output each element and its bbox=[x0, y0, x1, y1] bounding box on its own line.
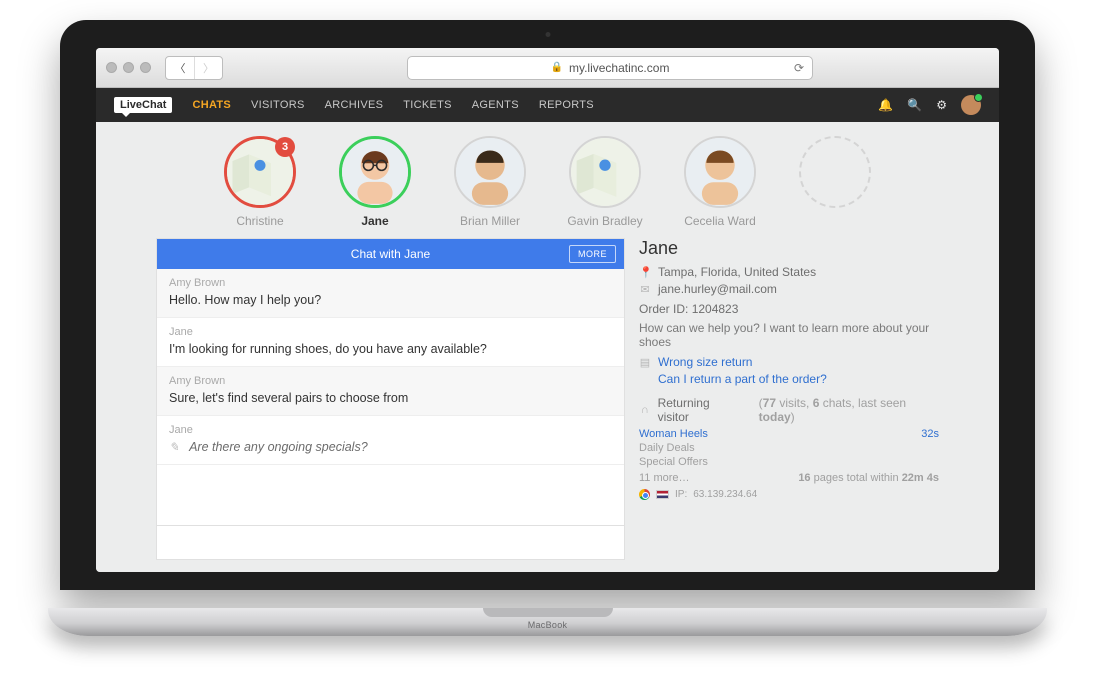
contact-empty bbox=[788, 136, 883, 228]
message-sender: Amy Brown bbox=[169, 375, 612, 387]
lock-icon: 🔒 bbox=[551, 62, 563, 73]
contact-name: Cecelia Ward bbox=[684, 214, 756, 228]
nav-agents[interactable]: AGENTS bbox=[472, 99, 519, 111]
doc-icon: ▤ bbox=[639, 356, 651, 369]
visitor-location: Tampa, Florida, United States bbox=[658, 265, 816, 279]
mail-icon: ✉ bbox=[639, 283, 651, 296]
browser-toolbar: 〈 〉 🔒 my.livechatinc.com ⟳ bbox=[96, 48, 999, 88]
contact-cecelia-ward[interactable]: Cecelia Ward bbox=[673, 136, 768, 228]
macbook-label: MacBook bbox=[528, 620, 568, 630]
visited-page: Daily Deals bbox=[639, 442, 939, 454]
chat-header: Chat with Jane MORE bbox=[157, 239, 624, 269]
bell-icon[interactable]: 🔔 bbox=[878, 98, 893, 112]
contact-avatar bbox=[454, 136, 526, 208]
link-wrong-size[interactable]: Wrong size return bbox=[658, 355, 752, 369]
gear-icon[interactable]: ⚙ bbox=[936, 98, 947, 112]
composer bbox=[157, 525, 624, 559]
headset-icon: ∩ bbox=[639, 404, 651, 416]
contact-name: Christine bbox=[236, 214, 283, 228]
message: Jane ✎Are there any ongoing specials? bbox=[157, 416, 624, 465]
nav-chats[interactable]: CHATS bbox=[192, 99, 231, 111]
chrome-icon bbox=[639, 489, 650, 500]
contacts-row: 3 Christine Jane Brian Miller Gavin Bradley C… bbox=[96, 122, 999, 232]
pages-summary: 11 more… 16 pages total within 22m 4s bbox=[639, 472, 939, 484]
contact-jane[interactable]: Jane bbox=[328, 136, 423, 228]
search-icon[interactable]: 🔍 bbox=[907, 98, 922, 112]
back-button[interactable]: 〈 bbox=[166, 57, 194, 79]
contact-avatar bbox=[339, 136, 411, 208]
app-header: LiveChat CHATS VISITORS ARCHIVES TICKETS AGE… bbox=[96, 88, 999, 122]
contact-avatar bbox=[799, 136, 871, 208]
nav-archives[interactable]: ARCHIVES bbox=[325, 99, 384, 111]
address-bar[interactable]: 🔒 my.livechatinc.com ⟳ bbox=[407, 56, 813, 80]
message: Amy Brown Sure, let's find several pairs … bbox=[157, 367, 624, 416]
typing-icon: ✎ bbox=[169, 440, 179, 454]
ip-row: IP: 63.139.234.64 bbox=[639, 489, 939, 500]
contact-christine[interactable]: 3 Christine bbox=[213, 136, 308, 228]
url-text: my.livechatinc.com bbox=[569, 61, 669, 75]
order-id-row: Order ID: 1204823 bbox=[639, 302, 939, 316]
message: Amy Brown Hello. How may I help you? bbox=[157, 269, 624, 318]
more-button[interactable]: MORE bbox=[569, 245, 616, 263]
visitor-details-panel: Jane 📍 Tampa, Florida, United States ✉ j… bbox=[639, 238, 939, 560]
flag-icon bbox=[656, 490, 669, 499]
contact-name: Jane bbox=[361, 214, 388, 228]
forward-button[interactable]: 〉 bbox=[194, 57, 222, 79]
reload-icon[interactable]: ⟳ bbox=[794, 61, 804, 75]
message-text: ✎Are there any ongoing specials? bbox=[169, 440, 612, 454]
close-window-icon[interactable] bbox=[106, 62, 117, 73]
contact-avatar: 3 bbox=[224, 136, 296, 208]
message-text: I'm looking for running shoes, do you ha… bbox=[169, 342, 612, 356]
main-nav: CHATS VISITORS ARCHIVES TICKETS AGENTS REPORT… bbox=[192, 99, 593, 111]
contact-avatar bbox=[684, 136, 756, 208]
visitor-email: jane.hurley@mail.com bbox=[658, 282, 777, 296]
window-controls bbox=[106, 62, 151, 73]
message: Jane I'm looking for running shoes, do yo… bbox=[157, 318, 624, 367]
message-input[interactable] bbox=[157, 526, 624, 559]
message-sender: Jane bbox=[169, 326, 612, 338]
contact-brian-miller[interactable]: Brian Miller bbox=[443, 136, 538, 228]
chat-title: Chat with Jane bbox=[351, 247, 430, 261]
message-sender: Jane bbox=[169, 424, 612, 436]
visited-page-link[interactable]: Woman Heels bbox=[639, 428, 708, 440]
logo[interactable]: LiveChat bbox=[114, 97, 172, 113]
message-sender: Amy Brown bbox=[169, 277, 612, 289]
minimize-window-icon[interactable] bbox=[123, 62, 134, 73]
unread-badge: 3 bbox=[275, 137, 295, 157]
contact-gavin-bradley[interactable]: Gavin Bradley bbox=[558, 136, 653, 228]
help-question: How can we help you? I want to learn mor… bbox=[639, 321, 939, 349]
contact-avatar bbox=[569, 136, 641, 208]
nav-tickets[interactable]: TICKETS bbox=[403, 99, 452, 111]
returning-visitor-row: ∩ Returning visitor (77 visits, 6 chats,… bbox=[639, 396, 939, 424]
maximize-window-icon[interactable] bbox=[140, 62, 151, 73]
visitor-name: Jane bbox=[639, 238, 939, 259]
contact-name: Brian Miller bbox=[460, 214, 520, 228]
nav-reports[interactable]: REPORTS bbox=[539, 99, 594, 111]
link-partial-return[interactable]: Can I return a part of the order? bbox=[658, 372, 939, 386]
visited-page: Woman Heels32s bbox=[639, 428, 939, 440]
message-text: Sure, let's find several pairs to choose… bbox=[169, 391, 612, 405]
chat-panel: Chat with Jane MORE Amy Brown Hello. How … bbox=[156, 238, 625, 560]
pin-icon: 📍 bbox=[639, 266, 651, 279]
nav-buttons: 〈 〉 bbox=[165, 56, 223, 80]
contact-name: Gavin Bradley bbox=[567, 214, 642, 228]
nav-visitors[interactable]: VISITORS bbox=[251, 99, 305, 111]
agent-avatar[interactable] bbox=[961, 95, 981, 115]
visited-page: Special Offers bbox=[639, 456, 939, 468]
messages-list: Amy Brown Hello. How may I help you? Jane I… bbox=[157, 269, 624, 525]
message-text: Hello. How may I help you? bbox=[169, 293, 612, 307]
